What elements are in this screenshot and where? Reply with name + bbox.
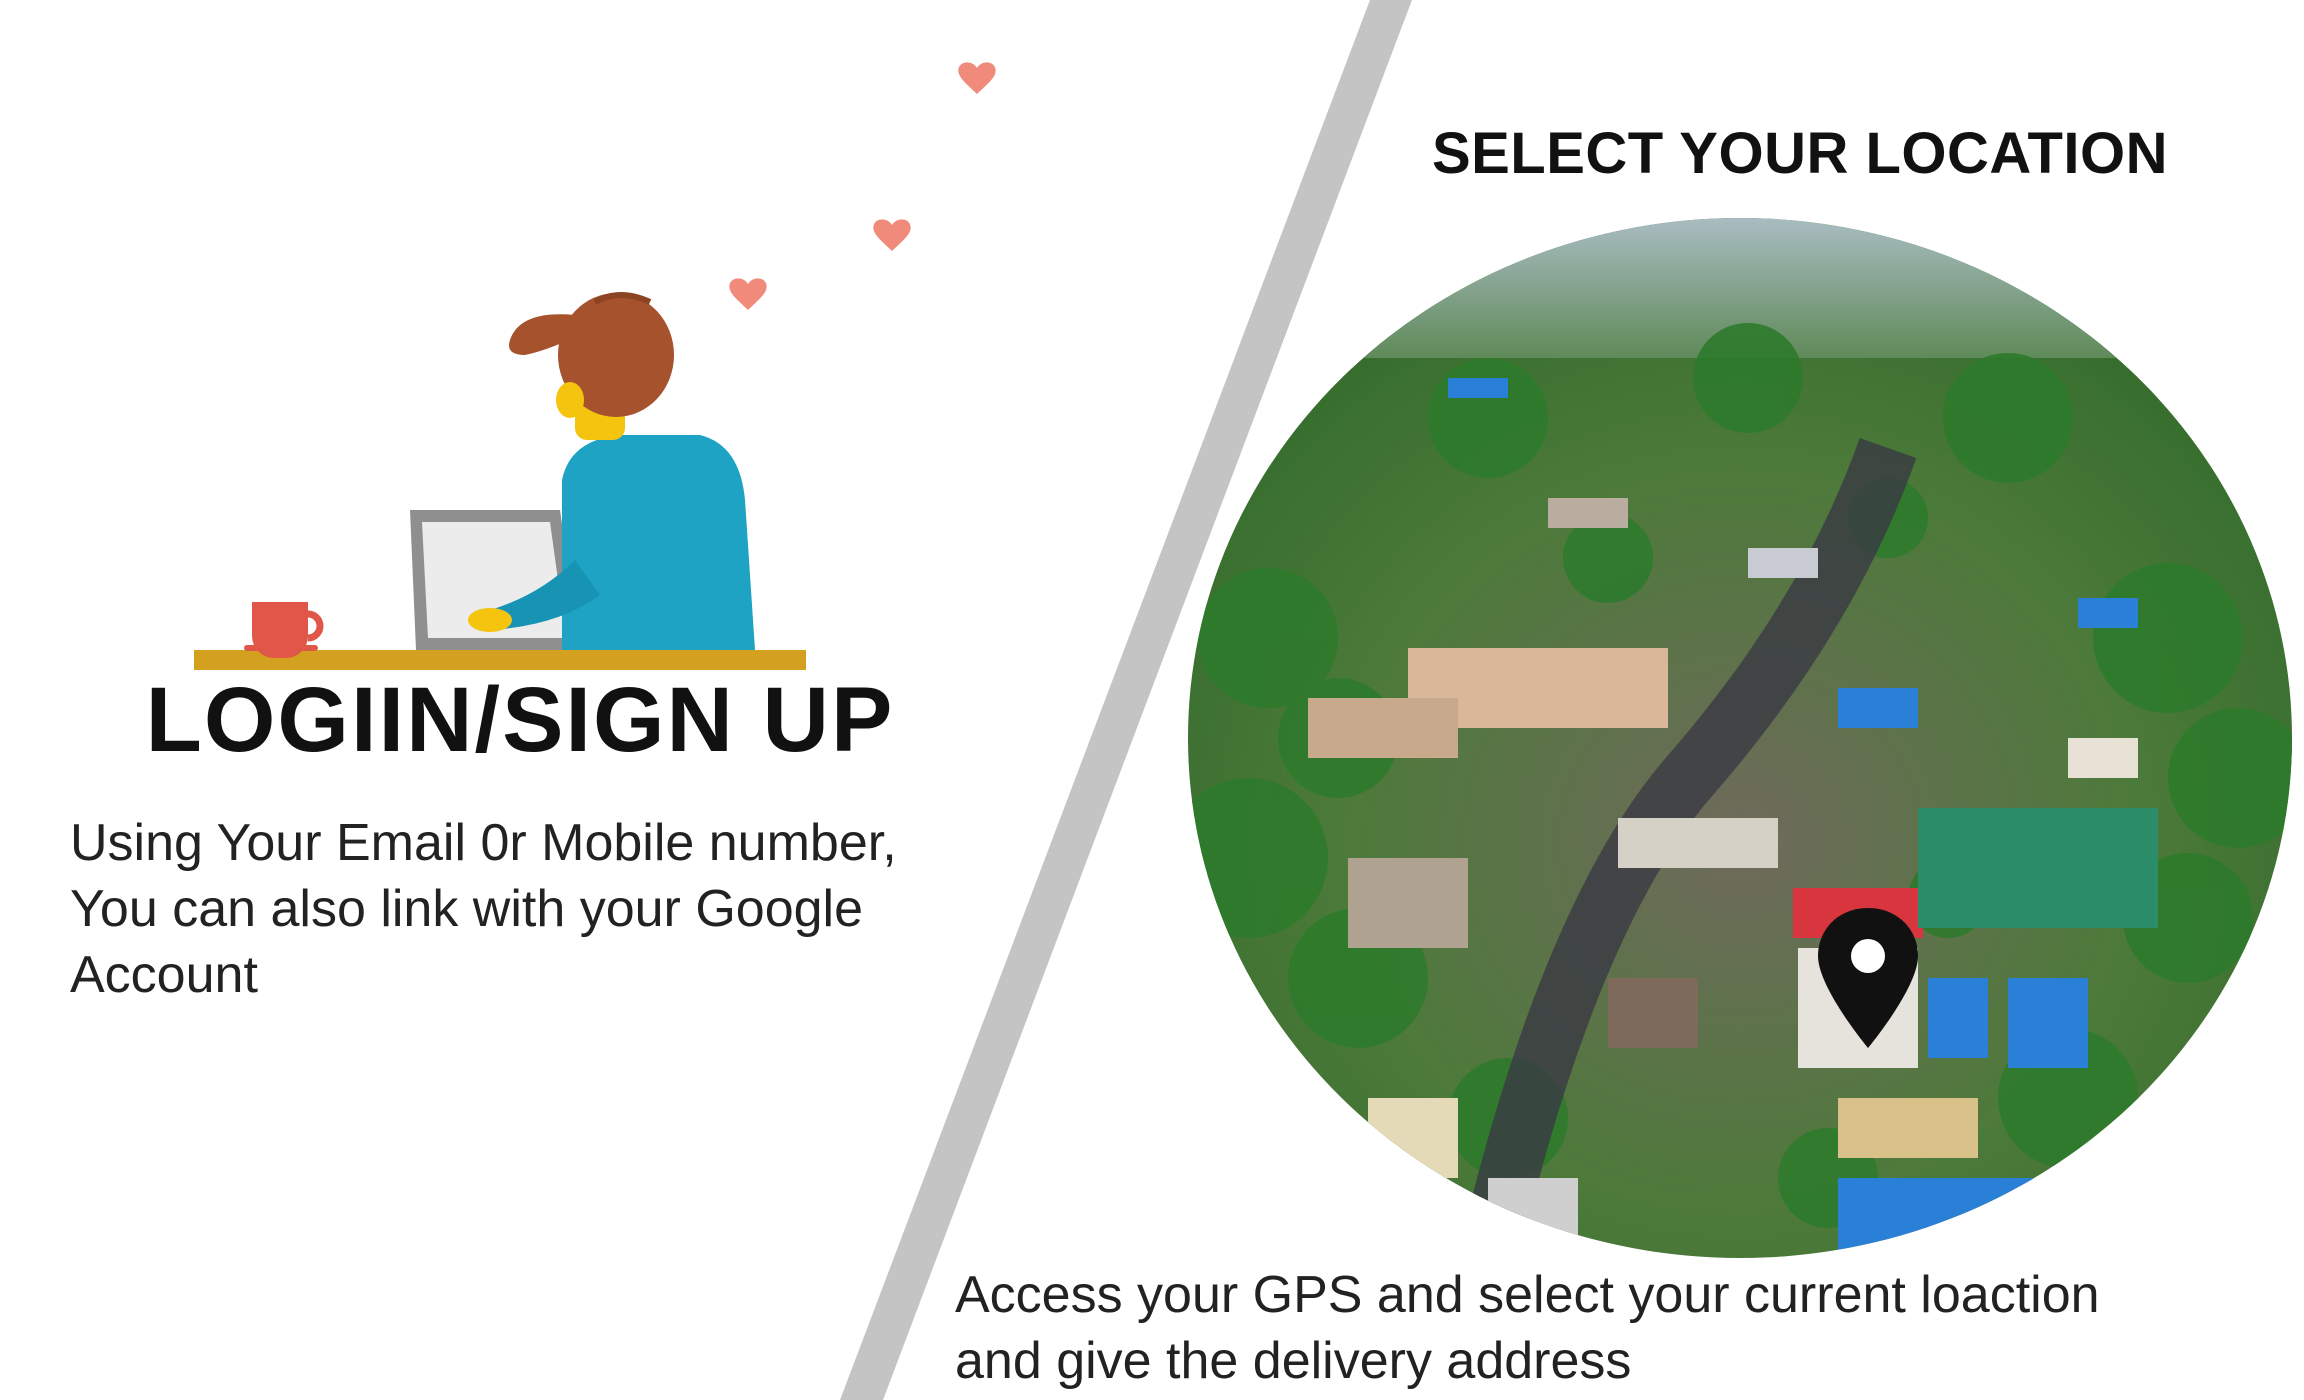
heart-icon	[729, 278, 767, 310]
login-description-line: Using Your Email 0r Mobile number,	[70, 814, 897, 872]
login-description: Using Your Email 0r Mobile number, You c…	[70, 810, 1030, 1008]
location-description: Access your GPS and select your current …	[955, 1262, 2295, 1394]
heart-icon	[873, 219, 911, 251]
select-location-title: SELECT YOUR LOCATION	[1431, 121, 2169, 186]
location-description-line: and give the delivery address	[955, 1332, 1632, 1390]
location-description-line: Access your GPS and select your current …	[955, 1266, 2100, 1324]
person-laptop-illustration	[194, 62, 996, 670]
login-description-line: You can also link with your Google	[70, 880, 863, 938]
aerial-town-map-image	[1188, 218, 2292, 1258]
login-description-line: Account	[70, 946, 258, 1004]
login-signup-title: LOGIIN/SIGN UP	[145, 669, 895, 771]
coffee-mug-icon	[244, 602, 324, 658]
heart-icon	[958, 62, 996, 94]
